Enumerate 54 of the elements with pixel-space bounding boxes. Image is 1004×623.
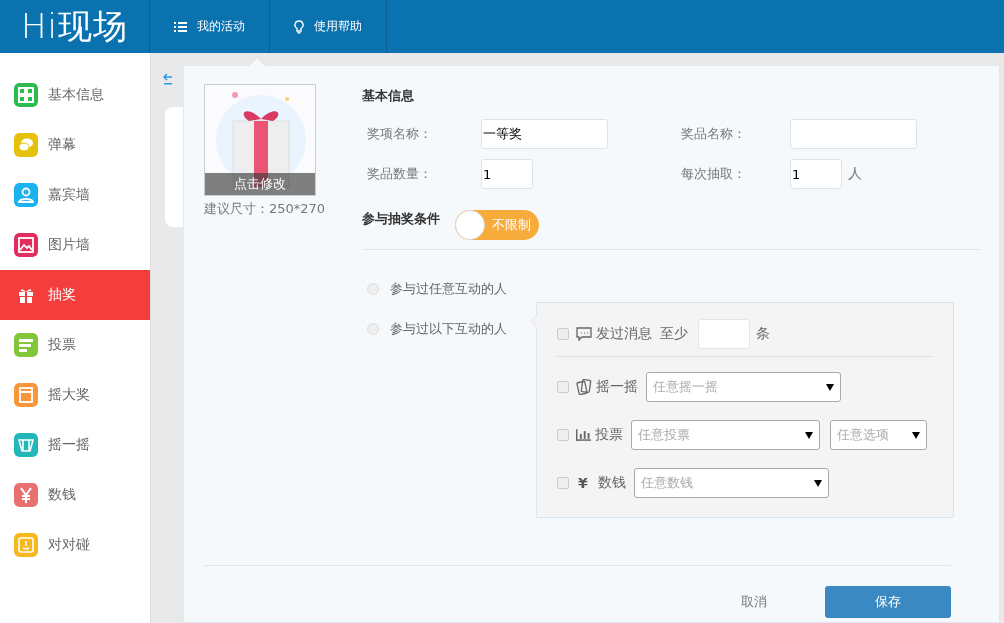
count-suffix: 条 — [756, 324, 770, 343]
option-label: 参与过以下互动的人 — [390, 320, 508, 338]
section-title: 参与抽奖条件 — [362, 210, 440, 228]
field-label: 每次抽取： — [680, 165, 747, 183]
caret-icon — [813, 479, 822, 487]
phones-icon — [576, 379, 592, 395]
unit-label: 人 — [848, 165, 862, 183]
caret-icon — [912, 431, 920, 439]
list-icon — [174, 20, 187, 33]
size-hint: 建议尺寸：250*270 — [204, 200, 327, 218]
speech-bubble-icon — [576, 326, 592, 341]
radio-button[interactable] — [367, 323, 379, 335]
interaction-label: 摇一摇 — [596, 378, 638, 396]
sidebar-item[interactable]: 对对碰 — [0, 520, 150, 570]
currency-symbol: ¥ — [578, 475, 588, 491]
cancel-button[interactable]: 取消 — [741, 593, 767, 611]
input-field[interactable] — [698, 318, 750, 349]
sidebar-item[interactable]: 抽奖 — [0, 270, 150, 320]
back-arrow-icon — [163, 73, 173, 85]
change-image-label[interactable]: 点击修改 — [205, 173, 315, 195]
save-button[interactable]: 保存 — [825, 586, 951, 618]
checkbox[interactable] — [557, 327, 569, 340]
interaction-label: 发过消息 — [596, 324, 652, 343]
checkbox[interactable] — [557, 477, 569, 489]
input-field[interactable]: 1 — [481, 159, 533, 189]
interaction-label: 投票 — [595, 426, 624, 444]
interaction-label: 数钱 — [597, 474, 626, 492]
gift-photo[interactable]: 点击修改 — [204, 84, 316, 196]
field-label: 奖品名称： — [680, 125, 747, 143]
caret-icon — [826, 383, 834, 391]
sidebar-item[interactable]: 投票 — [0, 320, 150, 370]
radio-button[interactable] — [367, 283, 379, 295]
sidebar-item[interactable]: 图片墙 — [0, 220, 150, 270]
nav-tab[interactable]: 使用帮助 — [270, 0, 387, 53]
sidebar-item[interactable]: 嘉宾墙 — [0, 170, 150, 220]
section-title: 基本信息 — [362, 87, 415, 105]
input-field[interactable] — [790, 119, 917, 149]
option-label: 参与过任意互动的人 — [390, 280, 508, 298]
checkbox[interactable] — [557, 381, 569, 393]
checkbox[interactable] — [557, 429, 569, 441]
sidebar-item[interactable]: 摇一摇 — [0, 420, 150, 470]
sidebar-item[interactable]: 基本信息 — [0, 70, 150, 120]
field-label: 奖品数量： — [366, 165, 433, 183]
sidebar-item[interactable]: 弹幕 — [0, 120, 150, 170]
lightbulb-icon — [294, 19, 304, 34]
caret-icon — [804, 431, 813, 439]
bar-chart-icon — [575, 428, 592, 442]
sidebar-item[interactable]: 数钱 — [0, 470, 150, 520]
input-field[interactable]: 1 — [790, 159, 842, 189]
nav-tab[interactable]: 我的活动 — [150, 0, 270, 53]
sidebar-item[interactable]: 摇大奖 — [0, 370, 150, 420]
input-field[interactable]: 一等奖 — [481, 119, 608, 149]
field-label: 奖项名称： — [366, 125, 433, 143]
count-prefix: 至少 — [660, 324, 688, 343]
